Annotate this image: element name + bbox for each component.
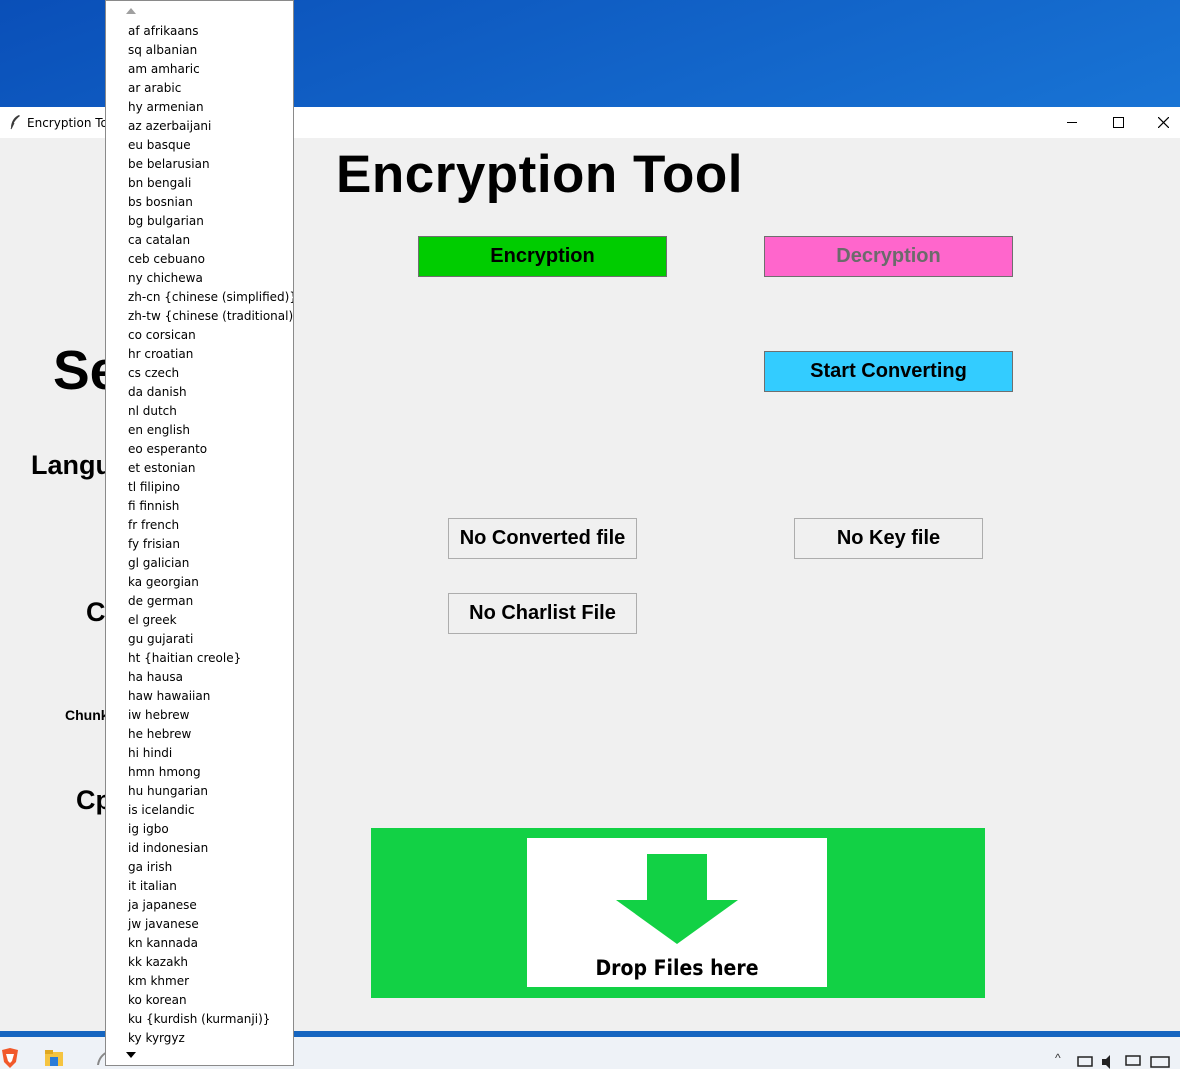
download-arrow-icon (616, 854, 738, 944)
display-icon[interactable] (1124, 1052, 1144, 1069)
language-option[interactable]: bg bulgarian (128, 212, 293, 231)
language-option[interactable]: fr french (128, 516, 293, 535)
language-dropdown-list[interactable]: af afrikaans sq albanian am amharic ar arab… (105, 0, 294, 1066)
language-option[interactable]: af afrikaans (128, 22, 293, 41)
language-option[interactable]: am amharic (128, 60, 293, 79)
maximize-button[interactable] (1095, 107, 1141, 138)
chunk-label: Chunk (65, 707, 109, 723)
language-option[interactable]: sq albanian (128, 41, 293, 60)
encryption-button[interactable]: Encryption (418, 236, 667, 277)
close-button[interactable] (1140, 107, 1180, 138)
language-option[interactable]: ky kyrgyz (128, 1029, 293, 1048)
language-option[interactable]: eo esperanto (128, 440, 293, 459)
language-option[interactable]: zh-cn {chinese (simplified)} (128, 288, 293, 307)
language-option[interactable]: hi hindi (128, 744, 293, 763)
drop-card: Drop Files here (527, 838, 827, 987)
language-option[interactable]: et estonian (128, 459, 293, 478)
language-option[interactable]: bn bengali (128, 174, 293, 193)
converted-file-button[interactable]: No Converted file (448, 518, 637, 559)
language-option[interactable]: az azerbaijani (128, 117, 293, 136)
language-option[interactable]: ga irish (128, 858, 293, 877)
page-title: Encryption Tool (336, 145, 743, 204)
file-explorer-icon[interactable] (44, 1048, 64, 1068)
language-option[interactable]: it italian (128, 877, 293, 896)
language-option[interactable]: co corsican (128, 326, 293, 345)
language-option[interactable]: fi finnish (128, 497, 293, 516)
language-option[interactable]: nl dutch (128, 402, 293, 421)
close-icon (1157, 117, 1169, 128)
language-option[interactable]: ig igbo (128, 820, 293, 839)
language-option[interactable]: ceb cebuano (128, 250, 293, 269)
language-option[interactable]: zh-tw {chinese (traditional)} (128, 307, 293, 326)
language-option[interactable]: ny chichewa (128, 269, 293, 288)
c-label: C (86, 597, 106, 627)
language-option[interactable]: hmn hmong (128, 763, 293, 782)
language-option[interactable]: el greek (128, 611, 293, 630)
language-option[interactable]: ku {kurdish (kurmanji)} (128, 1010, 293, 1029)
language-option[interactable]: ka georgian (128, 573, 293, 592)
tray-chevron-icon[interactable]: ^ (1055, 1051, 1061, 1065)
language-option[interactable]: be belarusian (128, 155, 293, 174)
browser-icon[interactable] (0, 1048, 20, 1068)
key-file-button[interactable]: No Key file (794, 518, 983, 559)
language-option[interactable]: ha hausa (128, 668, 293, 687)
language-option[interactable]: id indonesian (128, 839, 293, 858)
language-option[interactable]: kk kazakh (128, 953, 293, 972)
scroll-up-icon[interactable] (126, 7, 136, 15)
language-option[interactable]: fy frisian (128, 535, 293, 554)
language-option[interactable]: gl galician (128, 554, 293, 573)
language-option[interactable]: hy armenian (128, 98, 293, 117)
language-option[interactable]: is icelandic (128, 801, 293, 820)
language-option[interactable]: bs bosnian (128, 193, 293, 212)
language-option[interactable]: da danish (128, 383, 293, 402)
keyboard-icon[interactable] (1150, 1052, 1170, 1069)
language-options: af afrikaans sq albanian am amharic ar arab… (128, 22, 293, 1048)
language-option[interactable]: cs czech (128, 364, 293, 383)
language-label: Langu (31, 450, 112, 480)
volume-icon[interactable] (1100, 1052, 1120, 1069)
language-option[interactable]: jw javanese (128, 915, 293, 934)
window-title: Encryption Too (27, 116, 116, 130)
drop-zone[interactable]: Drop Files here (371, 828, 985, 998)
language-option[interactable]: de german (128, 592, 293, 611)
drop-files-label: Drop Files here (595, 956, 759, 980)
maximize-icon (1112, 117, 1124, 128)
language-option[interactable]: iw hebrew (128, 706, 293, 725)
language-option[interactable]: hr croatian (128, 345, 293, 364)
language-option[interactable]: ko korean (128, 991, 293, 1010)
start-converting-button[interactable]: Start Converting (764, 351, 1013, 392)
language-option[interactable]: ht {haitian creole} (128, 649, 293, 668)
language-option[interactable]: ar arabic (128, 79, 293, 98)
decryption-button[interactable]: Decryption (764, 236, 1013, 277)
charlist-file-button[interactable]: No Charlist File (448, 593, 637, 634)
language-option[interactable]: hu hungarian (128, 782, 293, 801)
language-option[interactable]: kn kannada (128, 934, 293, 953)
language-option[interactable]: ja japanese (128, 896, 293, 915)
language-option[interactable]: he hebrew (128, 725, 293, 744)
feather-icon (10, 115, 20, 130)
language-option[interactable]: tl filipino (128, 478, 293, 497)
network-icon[interactable] (1076, 1052, 1096, 1069)
minimize-icon (1066, 122, 1077, 123)
scroll-down-icon[interactable] (126, 1051, 136, 1059)
language-option[interactable]: ca catalan (128, 231, 293, 250)
language-option[interactable]: haw hawaiian (128, 687, 293, 706)
language-option[interactable]: en english (128, 421, 293, 440)
language-option[interactable]: eu basque (128, 136, 293, 155)
language-option[interactable]: km khmer (128, 972, 293, 991)
minimize-button[interactable] (1049, 107, 1095, 138)
language-option[interactable]: gu gujarati (128, 630, 293, 649)
